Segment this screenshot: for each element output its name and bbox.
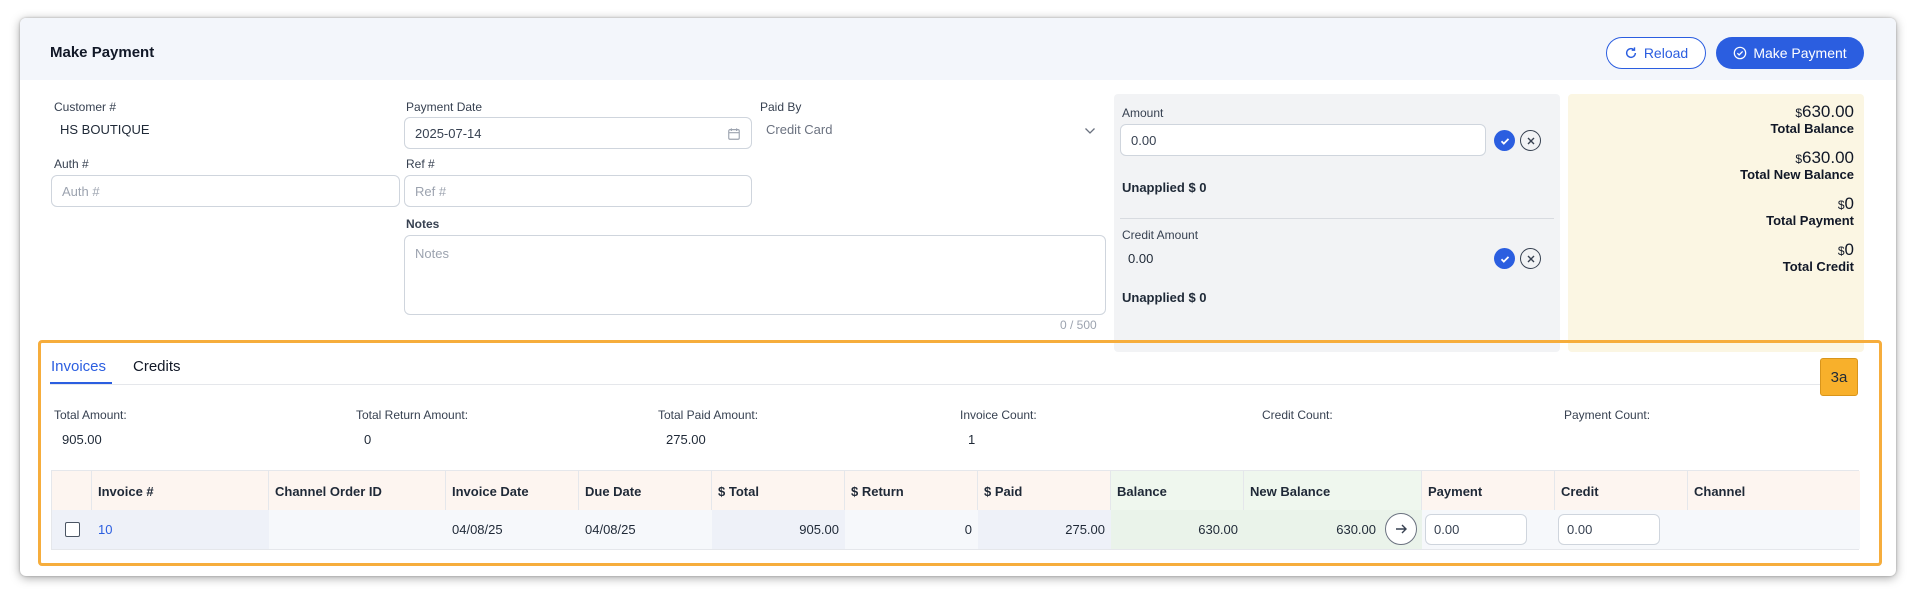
stat-total-return-label: Total Return Amount: bbox=[356, 408, 469, 422]
stat-payment-count-label: Payment Count: bbox=[1564, 408, 1651, 422]
paid-by-label: Paid By bbox=[760, 100, 802, 114]
make-payment-card: Make Payment Reload Make Payment Custome… bbox=[20, 18, 1896, 576]
apply-balance-arrow-icon[interactable] bbox=[1385, 513, 1417, 545]
col-select bbox=[52, 471, 92, 511]
paid-by-select[interactable]: Credit Card bbox=[766, 122, 832, 137]
total-payment-amount: $0 bbox=[1837, 194, 1854, 213]
total-new-balance-label: Total New Balance bbox=[1740, 167, 1854, 182]
clear-credit-icon[interactable] bbox=[1520, 248, 1541, 269]
row-return: 0 bbox=[845, 510, 978, 549]
amount-value: 0.00 bbox=[1131, 132, 1157, 148]
row-channel bbox=[1688, 510, 1860, 549]
auth-placeholder: Auth # bbox=[62, 183, 100, 199]
notes-textarea[interactable]: Notes bbox=[404, 235, 1106, 315]
col-paid[interactable]: $ Paid bbox=[978, 471, 1111, 511]
calendar-icon[interactable] bbox=[727, 127, 741, 141]
col-channel-order-id[interactable]: Channel Order ID bbox=[269, 471, 446, 511]
ref-label: Ref # bbox=[406, 157, 435, 171]
tab-credits[interactable]: Credits bbox=[133, 358, 181, 375]
row-due-date: 04/08/25 bbox=[579, 510, 712, 549]
col-invoice[interactable]: Invoice # bbox=[92, 471, 269, 511]
total-balance-amount: $630.00 bbox=[1795, 102, 1854, 121]
tab-invoices[interactable]: Invoices bbox=[51, 358, 106, 375]
amount-input[interactable]: 0.00 bbox=[1120, 124, 1486, 156]
col-due-date[interactable]: Due Date bbox=[579, 471, 712, 511]
row-invoice-link[interactable]: 10 bbox=[92, 510, 269, 549]
stat-total-return-value: 0 bbox=[364, 432, 372, 447]
row-checkbox[interactable] bbox=[64, 522, 80, 537]
col-invoice-date[interactable]: Invoice Date bbox=[446, 471, 579, 511]
page-title: Make Payment bbox=[50, 44, 155, 61]
confirm-amount-icon[interactable] bbox=[1494, 130, 1515, 151]
amount-unapplied: Unapplied $ 0 bbox=[1122, 180, 1207, 195]
credit-unapplied: Unapplied $ 0 bbox=[1122, 290, 1207, 305]
stat-total-paid-label: Total Paid Amount: bbox=[658, 408, 759, 422]
table-header: Invoice # Channel Order ID Invoice Date … bbox=[51, 470, 1860, 511]
payment-date-label: Payment Date bbox=[406, 100, 483, 114]
total-payment-label: Total Payment bbox=[1766, 213, 1854, 228]
annotation-badge: 3a bbox=[1820, 358, 1858, 396]
customer-label: Customer # bbox=[54, 100, 117, 114]
col-payment[interactable]: Payment bbox=[1422, 471, 1555, 511]
col-total[interactable]: $ Total bbox=[712, 471, 845, 511]
row-paid: 275.00 bbox=[978, 510, 1111, 549]
credit-amount-value[interactable]: 0.00 bbox=[1128, 251, 1153, 266]
auth-label: Auth # bbox=[54, 157, 89, 171]
check-circle-icon bbox=[1734, 46, 1747, 60]
tab-divider bbox=[50, 384, 1858, 385]
row-invoice-date: 04/08/25 bbox=[446, 510, 579, 549]
stat-credit-count-label: Credit Count: bbox=[1262, 408, 1333, 422]
confirm-credit-icon[interactable] bbox=[1494, 248, 1515, 269]
reload-icon bbox=[1625, 47, 1636, 59]
notes-placeholder: Notes bbox=[415, 246, 449, 261]
payment-date-value: 2025-07-14 bbox=[415, 125, 482, 141]
notes-counter: 0 / 500 bbox=[1060, 318, 1097, 332]
total-credit-amount: $0 bbox=[1837, 240, 1854, 259]
row-select-cell bbox=[52, 510, 92, 549]
table-row: 10 04/08/25 04/08/25 905.00 0 275.00 630… bbox=[51, 510, 1860, 550]
stat-total-amount-label: Total Amount: bbox=[54, 408, 127, 422]
reload-label: Reload bbox=[1643, 45, 1689, 61]
col-credit[interactable]: Credit bbox=[1555, 471, 1688, 511]
total-new-balance-amount: $630.00 bbox=[1795, 148, 1854, 167]
customer-value: HS BOUTIQUE bbox=[60, 122, 150, 137]
row-credit-input[interactable]: 0.00 bbox=[1558, 514, 1660, 545]
divider bbox=[1120, 218, 1554, 219]
make-payment-label: Make Payment bbox=[1753, 45, 1847, 61]
reload-button[interactable]: Reload bbox=[1606, 37, 1706, 69]
summary-panel: $630.00 Total Balance $630.00 Total New … bbox=[1568, 94, 1864, 352]
ref-input[interactable]: Ref # bbox=[404, 175, 752, 207]
total-credit-label: Total Credit bbox=[1782, 259, 1854, 274]
ref-placeholder: Ref # bbox=[415, 183, 447, 199]
stat-total-amount-value: 905.00 bbox=[62, 432, 102, 447]
make-payment-button[interactable]: Make Payment bbox=[1716, 37, 1864, 69]
notes-label: Notes bbox=[406, 217, 440, 231]
col-balance[interactable]: Balance bbox=[1111, 471, 1244, 511]
row-new-balance: 630.00 bbox=[1244, 510, 1382, 549]
tab-active-indicator bbox=[50, 382, 112, 384]
row-total: 905.00 bbox=[712, 510, 845, 549]
stat-invoice-count-label: Invoice Count: bbox=[960, 408, 1037, 422]
amount-label: Amount bbox=[1122, 106, 1164, 120]
auth-input[interactable]: Auth # bbox=[51, 175, 400, 207]
payment-date-input[interactable]: 2025-07-14 bbox=[404, 117, 752, 149]
total-balance-label: Total Balance bbox=[1770, 121, 1854, 136]
col-new-balance[interactable]: New Balance bbox=[1244, 471, 1422, 511]
stat-invoice-count-value: 1 bbox=[968, 432, 976, 447]
credit-amount-label: Credit Amount bbox=[1122, 228, 1199, 242]
chevron-down-icon[interactable] bbox=[1084, 126, 1096, 136]
col-return[interactable]: $ Return bbox=[845, 471, 978, 511]
stat-total-paid-value: 275.00 bbox=[666, 432, 706, 447]
row-payment-input[interactable]: 0.00 bbox=[1425, 514, 1527, 545]
row-balance: 630.00 bbox=[1111, 510, 1244, 549]
amount-panel: Amount 0.00 Unapplied $ 0 Credit Amount … bbox=[1114, 94, 1560, 352]
clear-amount-icon[interactable] bbox=[1520, 130, 1541, 151]
col-channel[interactable]: Channel bbox=[1688, 471, 1860, 511]
row-channel-order-id bbox=[269, 510, 446, 549]
